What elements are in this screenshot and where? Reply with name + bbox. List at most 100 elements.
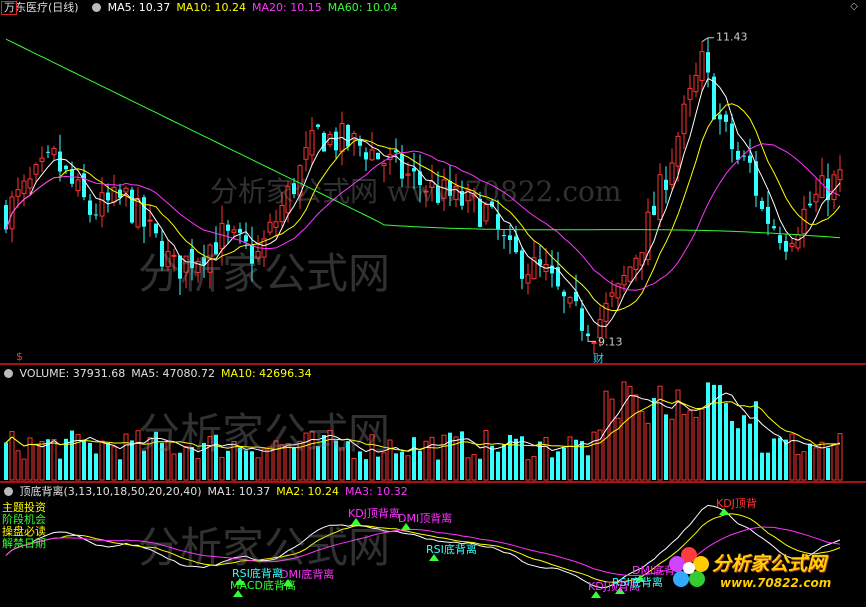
volume-bar[interactable] — [285, 443, 291, 481]
volume-bar[interactable] — [4, 442, 8, 480]
candle[interactable] — [627, 265, 633, 283]
volume-bar[interactable] — [813, 447, 819, 481]
volume-bar[interactable] — [75, 434, 81, 481]
candle[interactable] — [441, 168, 447, 211]
volume-bar[interactable] — [273, 440, 279, 481]
volume-bar[interactable] — [591, 431, 597, 481]
volume-bar[interactable] — [837, 433, 843, 481]
candle[interactable] — [784, 233, 788, 260]
volume-bar[interactable] — [381, 452, 387, 481]
candle[interactable] — [322, 131, 326, 152]
volume-bar[interactable] — [669, 418, 675, 481]
candle[interactable] — [130, 186, 134, 225]
volume-bar[interactable] — [826, 447, 830, 480]
site-logo[interactable]: 分析家公式网 www.70822.com — [664, 541, 860, 603]
candle[interactable] — [334, 127, 338, 159]
volume-bar[interactable] — [309, 431, 315, 481]
candle[interactable] — [147, 204, 153, 237]
volume-bar[interactable] — [142, 450, 146, 480]
volume-bar[interactable] — [556, 451, 560, 480]
candle[interactable] — [207, 243, 213, 289]
candle[interactable] — [297, 164, 303, 209]
candle[interactable] — [154, 223, 158, 238]
volume-bar[interactable] — [70, 430, 74, 480]
volume-bar[interactable] — [250, 451, 254, 480]
volume-bar[interactable] — [219, 456, 225, 481]
volume-bar[interactable] — [21, 458, 27, 481]
volume-bar[interactable] — [693, 416, 699, 481]
candle[interactable] — [418, 154, 422, 203]
volume-bar[interactable] — [520, 436, 524, 480]
volume-bar[interactable] — [429, 436, 435, 481]
candle[interactable] — [51, 145, 57, 161]
candle[interactable] — [580, 299, 584, 341]
volume-bar[interactable] — [502, 444, 506, 480]
volume-bar[interactable] — [261, 448, 267, 481]
candle[interactable] — [724, 110, 728, 132]
volume-bar[interactable] — [165, 440, 171, 481]
candle[interactable] — [214, 226, 218, 255]
candle[interactable] — [165, 239, 171, 272]
candle[interactable] — [837, 155, 843, 192]
volume-bar[interactable] — [531, 456, 537, 481]
candle[interactable] — [586, 324, 590, 337]
candle[interactable] — [754, 150, 758, 208]
candle[interactable] — [364, 147, 368, 172]
candle[interactable] — [21, 174, 27, 207]
volume-bar[interactable] — [39, 441, 45, 481]
candle[interactable] — [669, 148, 675, 191]
candle[interactable] — [525, 263, 531, 295]
volume-bar[interactable] — [627, 386, 633, 481]
signal-label-8[interactable]: DMI底背 — [632, 562, 675, 578]
stock-badge-icon[interactable] — [1, 1, 17, 15]
volume-bar[interactable] — [772, 438, 776, 480]
volume-bar[interactable] — [567, 436, 573, 481]
candle[interactable] — [567, 296, 573, 308]
candle[interactable] — [387, 146, 393, 175]
candle[interactable] — [309, 117, 315, 166]
candle[interactable] — [273, 209, 279, 237]
volume-bar[interactable] — [778, 437, 782, 480]
volume-bar[interactable] — [766, 452, 770, 480]
candle[interactable] — [202, 244, 206, 278]
settings-dot-icon[interactable] — [92, 3, 102, 12]
volume-bar[interactable] — [724, 403, 728, 480]
candle[interactable] — [423, 184, 429, 208]
candle[interactable] — [681, 95, 687, 150]
candle[interactable] — [562, 289, 566, 314]
volume-bar[interactable] — [730, 420, 734, 480]
volume-bar[interactable] — [316, 446, 320, 480]
volume-bar[interactable] — [279, 444, 285, 481]
volume-bar[interactable] — [327, 430, 333, 481]
candle[interactable] — [706, 37, 710, 88]
volume-bar[interactable] — [207, 436, 213, 481]
volume-bar[interactable] — [652, 398, 656, 480]
volume-bar[interactable] — [742, 415, 746, 480]
volume-bar[interactable] — [64, 438, 68, 480]
candle[interactable] — [813, 178, 819, 213]
volume-bar[interactable] — [195, 458, 201, 481]
candle[interactable] — [279, 191, 285, 229]
candle[interactable] — [502, 229, 506, 249]
volume-bar[interactable] — [412, 437, 416, 480]
candle[interactable] — [718, 103, 722, 135]
volume-bar[interactable] — [154, 431, 158, 480]
candle[interactable] — [376, 152, 380, 160]
candle[interactable] — [603, 292, 609, 339]
volume-bar[interactable] — [543, 437, 549, 481]
candle[interactable] — [657, 163, 663, 228]
volume-bar[interactable] — [214, 434, 218, 480]
volume-bar[interactable] — [106, 442, 110, 480]
candle[interactable] — [316, 123, 320, 130]
collapse-icon[interactable]: ◇ — [850, 1, 858, 12]
candle[interactable] — [819, 157, 825, 199]
volume-bar[interactable] — [490, 445, 494, 480]
candle[interactable] — [178, 255, 182, 295]
volume-bar[interactable] — [238, 447, 242, 480]
volume-bar[interactable] — [15, 450, 21, 481]
volume-bar[interactable] — [358, 451, 362, 480]
candle[interactable] — [664, 166, 668, 204]
candle[interactable] — [58, 134, 62, 182]
volume-bar[interactable] — [525, 459, 531, 481]
candle[interactable] — [226, 220, 230, 244]
